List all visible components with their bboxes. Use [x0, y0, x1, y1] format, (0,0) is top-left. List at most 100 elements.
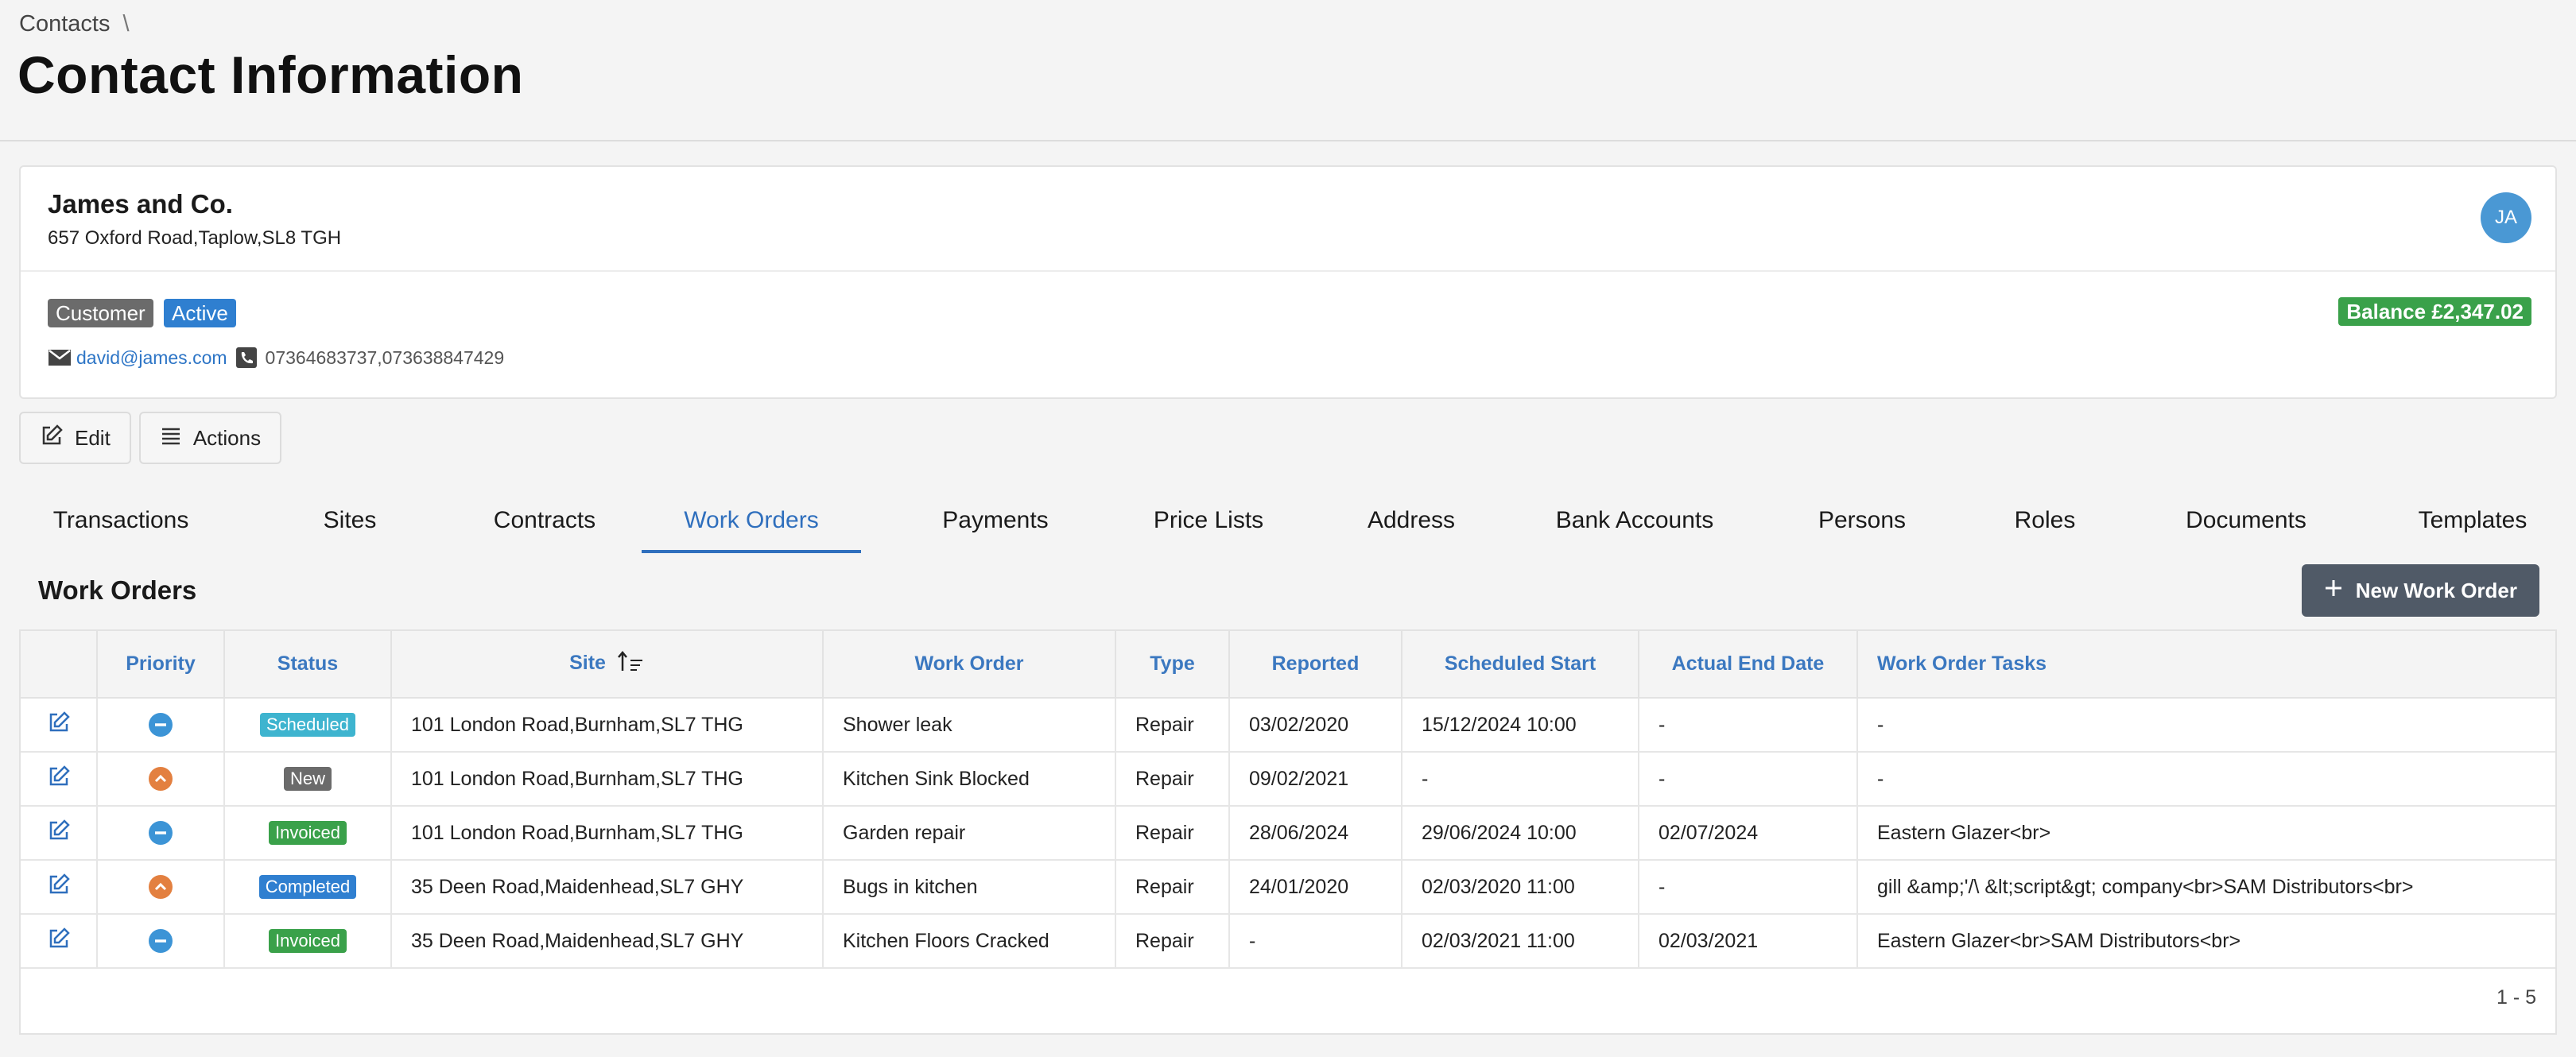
- pagination-info: 1 - 5: [2496, 986, 2536, 1009]
- tab-roles[interactable]: Roles: [1981, 493, 2109, 553]
- row-edit-cell: [21, 806, 98, 861]
- priority-cell: [97, 914, 225, 969]
- table-row[interactable]: Invoiced 35 Deen Road,Maidenhead,SL7 GHY K…: [21, 914, 2555, 969]
- new-work-order-button[interactable]: New Work Order: [2301, 564, 2539, 617]
- col-reported[interactable]: Reported: [1229, 631, 1402, 699]
- table-row[interactable]: Scheduled 101 London Road,Burnham,SL7 THG…: [21, 698, 2555, 753]
- col-work-order-tasks[interactable]: Work Order Tasks: [1857, 631, 2555, 699]
- reported-cell: 24/01/2020: [1229, 860, 1402, 915]
- active-status-tag: Active: [164, 299, 236, 327]
- tab-address[interactable]: Address: [1336, 493, 1487, 553]
- envelope-icon: [48, 348, 72, 367]
- tasks-cell: Eastern Glazer<br>SAM Distributors<br>: [1857, 914, 2555, 969]
- actual-end-cell: 02/03/2021: [1639, 914, 1858, 969]
- breadcrumb-contacts-link[interactable]: Contacts: [19, 11, 110, 37]
- col-scheduled-start[interactable]: Scheduled Start: [1402, 631, 1639, 699]
- tab-documents[interactable]: Documents: [2147, 493, 2345, 553]
- edit-icon[interactable]: [47, 819, 71, 848]
- tab-price-lists[interactable]: Price Lists: [1121, 493, 1296, 553]
- type-cell: Repair: [1115, 914, 1230, 969]
- tab-templates[interactable]: Templates: [2377, 493, 2568, 553]
- reported-cell: 28/06/2024: [1229, 806, 1402, 861]
- priority-cell: [97, 806, 225, 861]
- tab-transactions[interactable]: Transactions: [41, 493, 200, 553]
- scheduled-start-cell: 15/12/2024 10:00: [1402, 698, 1639, 753]
- status-badge: Invoiced: [269, 929, 347, 953]
- status-cell: New: [224, 752, 392, 807]
- col-actual-end-date[interactable]: Actual End Date: [1639, 631, 1858, 699]
- col-edit: [21, 631, 98, 699]
- breadcrumb: Contacts \: [19, 11, 130, 37]
- email-link[interactable]: david@james.com: [76, 347, 227, 369]
- tab-persons[interactable]: Persons: [1783, 493, 1942, 553]
- reported-cell: 09/02/2021: [1229, 752, 1402, 807]
- sort-ascending-icon[interactable]: [616, 649, 645, 679]
- edit-icon[interactable]: [47, 873, 71, 902]
- work-order-cell: Shower leak: [823, 698, 1116, 753]
- table-header-row: Priority Status Site Work Order Type Rep…: [21, 631, 2555, 699]
- contact-address: 657 Oxford Road,Taplow,SL8 TGH: [48, 227, 342, 249]
- priority-high-icon: [149, 875, 173, 900]
- contact-toolbar: Edit Actions: [19, 412, 282, 464]
- balance-badge: Balance £2,347.02: [2338, 297, 2531, 326]
- edit-button[interactable]: Edit: [19, 412, 131, 464]
- row-edit-cell: [21, 914, 98, 969]
- actual-end-cell: -: [1639, 698, 1858, 753]
- actual-end-cell: -: [1639, 752, 1858, 807]
- table-row[interactable]: New 101 London Road,Burnham,SL7 THG Kitche…: [21, 752, 2555, 807]
- customer-tag: Customer: [48, 299, 153, 327]
- table-row[interactable]: Invoiced 101 London Road,Burnham,SL7 THG G…: [21, 806, 2555, 861]
- tab-bank-accounts[interactable]: Bank Accounts: [1527, 493, 1743, 553]
- card-divider: [21, 270, 2555, 272]
- actions-button[interactable]: Actions: [138, 412, 282, 464]
- avatar: JA: [2481, 192, 2531, 243]
- reported-cell: -: [1229, 914, 1402, 969]
- status-badge: Completed: [258, 875, 357, 899]
- priority-normal-icon: [149, 713, 173, 738]
- status-badge: New: [283, 767, 332, 791]
- scheduled-start-cell: 29/06/2024 10:00: [1402, 806, 1639, 861]
- priority-normal-icon: [149, 929, 173, 954]
- table-row[interactable]: Completed 35 Deen Road,Maidenhead,SL7 GHY…: [21, 860, 2555, 915]
- type-cell: Repair: [1115, 752, 1230, 807]
- work-order-cell: Kitchen Floors Cracked: [823, 914, 1116, 969]
- status-cell: Scheduled: [224, 698, 392, 753]
- col-status[interactable]: Status: [224, 631, 392, 699]
- col-priority[interactable]: Priority: [97, 631, 225, 699]
- list-icon: [160, 426, 182, 451]
- col-site-label: Site: [569, 652, 606, 675]
- reported-cell: 03/02/2020: [1229, 698, 1402, 753]
- actual-end-cell: 02/07/2024: [1639, 806, 1858, 861]
- breadcrumb-separator: \: [122, 11, 130, 37]
- status-badge: Invoiced: [269, 821, 347, 845]
- phone-icon: [235, 347, 258, 369]
- contact-tabs: Transactions Sites Contracts Work Orders…: [19, 493, 2557, 553]
- tab-sites[interactable]: Sites: [286, 493, 413, 553]
- phone-numbers: 07364683737,073638847429: [265, 347, 505, 368]
- tab-contracts[interactable]: Contracts: [453, 493, 636, 553]
- scheduled-start-cell: 02/03/2020 11:00: [1402, 860, 1639, 915]
- actual-end-cell: -: [1639, 860, 1858, 915]
- status-badge: Scheduled: [260, 713, 355, 737]
- type-cell: Repair: [1115, 806, 1230, 861]
- col-type[interactable]: Type: [1115, 631, 1230, 699]
- actions-button-label: Actions: [192, 425, 262, 450]
- scheduled-start-cell: 02/03/2021 11:00: [1402, 914, 1639, 969]
- priority-cell: [97, 860, 225, 915]
- work-orders-panel: Work Orders New Work Order Priority Stat…: [19, 556, 2557, 1035]
- edit-button-label: Edit: [75, 425, 111, 450]
- tasks-cell: gill &amp;'/\ &lt;script&gt; company<br>…: [1857, 860, 2555, 915]
- edit-icon[interactable]: [47, 927, 71, 956]
- work-orders-title: Work Orders: [38, 575, 197, 605]
- tab-work-orders[interactable]: Work Orders: [642, 493, 861, 553]
- edit-icon: [40, 424, 64, 453]
- row-edit-cell: [21, 698, 98, 753]
- col-work-order[interactable]: Work Order: [823, 631, 1116, 699]
- edit-icon[interactable]: [47, 710, 71, 740]
- col-site[interactable]: Site: [391, 631, 824, 699]
- site-cell: 35 Deen Road,Maidenhead,SL7 GHY: [391, 914, 824, 969]
- work-orders-table: Priority Status Site Work Order Type Rep…: [19, 629, 2557, 1035]
- contact-name: James and Co.: [48, 189, 233, 219]
- tab-payments[interactable]: Payments: [910, 493, 1081, 553]
- edit-icon[interactable]: [47, 765, 71, 794]
